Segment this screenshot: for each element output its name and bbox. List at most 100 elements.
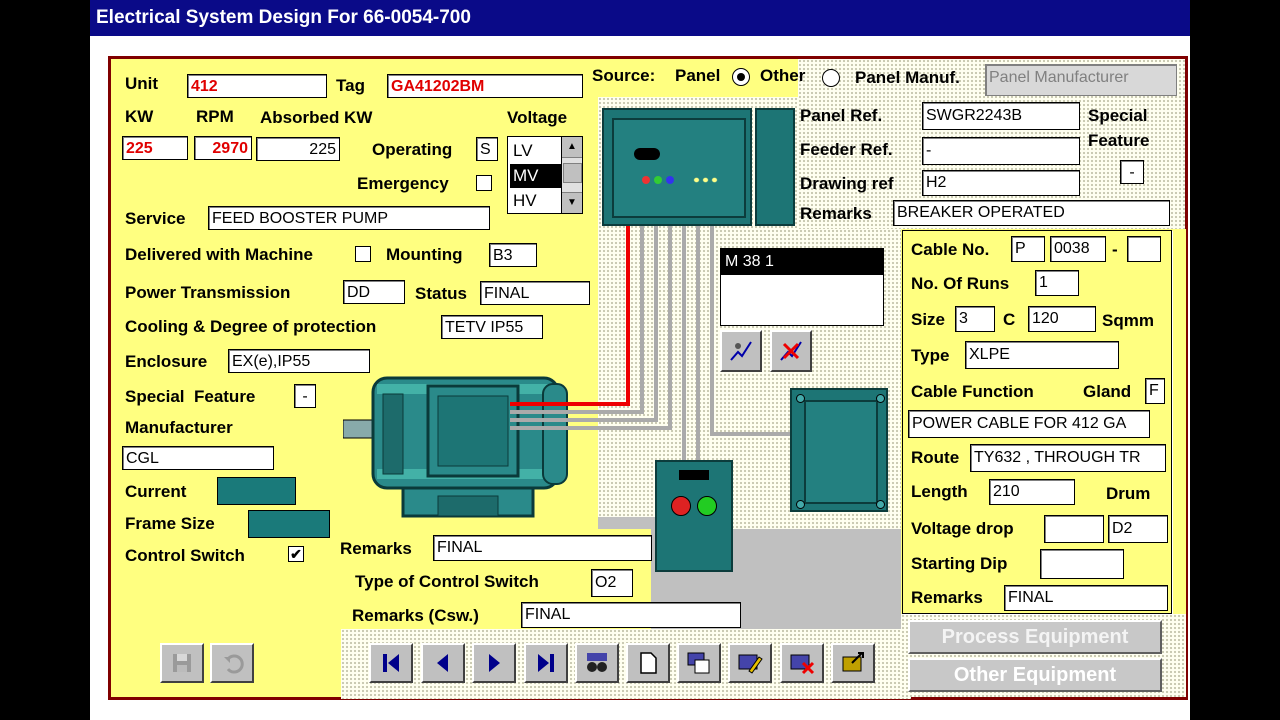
remarks-csw-field[interactable]: FINAL bbox=[521, 602, 741, 628]
panel-cubicle-image-2 bbox=[755, 108, 795, 226]
breaker-handle-icon bbox=[634, 148, 660, 160]
last-record-icon bbox=[538, 654, 554, 672]
cable-type-field[interactable]: XLPE bbox=[965, 341, 1119, 369]
next-record-button[interactable] bbox=[472, 643, 516, 683]
connect-cable-icon bbox=[730, 341, 752, 361]
new-record-button[interactable] bbox=[626, 643, 670, 683]
current-label: Current bbox=[125, 482, 187, 501]
panel-manufacturer-field[interactable]: Panel Manufacturer bbox=[985, 64, 1177, 96]
absorbed-kw-field[interactable]: 225 bbox=[256, 137, 340, 161]
service-field[interactable]: FEED BOOSTER PUMP bbox=[208, 206, 490, 230]
size-cores-field[interactable]: 3 bbox=[955, 306, 995, 332]
starting-dip-field[interactable] bbox=[1040, 549, 1124, 579]
save-button[interactable] bbox=[160, 643, 204, 683]
panel-special-label-2: Feature bbox=[1088, 131, 1150, 150]
scroll-up-icon[interactable]: ▲ bbox=[562, 137, 582, 158]
tag-field[interactable]: GA41202BM bbox=[387, 74, 583, 98]
undo-icon bbox=[224, 654, 244, 674]
cable-suffix-field[interactable] bbox=[1127, 236, 1161, 262]
emergency-checkbox[interactable] bbox=[476, 175, 492, 191]
cable-function-field[interactable]: POWER CABLE FOR 412 GA bbox=[908, 410, 1150, 438]
drum-field[interactable]: D2 bbox=[1108, 515, 1168, 543]
scroll-thumb[interactable] bbox=[563, 163, 582, 183]
runs-field[interactable]: 1 bbox=[1035, 270, 1079, 296]
source-other-radio[interactable] bbox=[822, 69, 840, 87]
panel-special-feature-field[interactable]: - bbox=[1120, 160, 1144, 184]
last-record-button[interactable] bbox=[524, 643, 568, 683]
copy-record-button[interactable] bbox=[677, 643, 721, 683]
cable-prefix-field[interactable]: P bbox=[1011, 236, 1045, 262]
type-control-switch-label: Type of Control Switch bbox=[355, 572, 539, 591]
scroll-down-icon[interactable]: ▼ bbox=[562, 192, 582, 213]
process-equipment-button[interactable]: Process Equipment bbox=[908, 620, 1162, 654]
emergency-label: Emergency bbox=[357, 174, 449, 193]
voltage-drop-field[interactable] bbox=[1044, 515, 1104, 543]
starting-dip-label: Starting Dip bbox=[911, 554, 1008, 573]
frame-size-field[interactable] bbox=[248, 510, 330, 538]
voltage-scrollbar[interactable]: ▲ ▼ bbox=[561, 137, 582, 213]
motor-remarks-label: Remarks bbox=[340, 539, 412, 558]
cable-no-field[interactable]: 0038 bbox=[1050, 236, 1106, 262]
source-other-label: Other bbox=[760, 66, 806, 85]
drawing-ref-field[interactable]: H2 bbox=[922, 170, 1080, 196]
cable-remarks-field[interactable]: FINAL bbox=[1004, 585, 1168, 611]
length-field[interactable]: 210 bbox=[989, 479, 1075, 505]
source-panel-radio[interactable] bbox=[732, 68, 750, 86]
cable-remarks-label: Remarks bbox=[911, 588, 983, 607]
cable-no-separator: - bbox=[1112, 240, 1118, 259]
edit-record-icon bbox=[738, 654, 763, 674]
unit-field[interactable]: 412 bbox=[187, 74, 327, 98]
exit-button[interactable] bbox=[831, 643, 875, 683]
find-record-button[interactable] bbox=[575, 643, 619, 683]
unit-label: Unit bbox=[125, 74, 159, 93]
special-feature-field[interactable]: - bbox=[294, 384, 316, 408]
kw-field[interactable]: 225 bbox=[122, 136, 188, 160]
disconnect-cable-icon bbox=[780, 341, 802, 361]
connect-cable-button[interactable] bbox=[720, 330, 762, 372]
cable-no-label: Cable No. bbox=[911, 240, 990, 259]
rpm-label: RPM bbox=[196, 107, 234, 126]
previous-record-button[interactable] bbox=[421, 643, 465, 683]
power-transmission-field[interactable]: DD bbox=[343, 280, 405, 304]
type-control-switch-field[interactable]: O2 bbox=[591, 569, 633, 597]
control-switch-checkbox[interactable]: ✔ bbox=[288, 546, 304, 562]
other-equipment-button[interactable]: Other Equipment bbox=[908, 658, 1162, 692]
manufacturer-field[interactable]: CGL bbox=[122, 446, 274, 470]
rpm-field[interactable]: 2970 bbox=[194, 136, 252, 160]
stop-button-icon bbox=[671, 496, 691, 516]
panel-remarks-field[interactable]: BREAKER OPERATED bbox=[893, 200, 1170, 226]
panel-ref-field[interactable]: SWGR2243B bbox=[922, 102, 1080, 130]
feeder-listbox[interactable]: M 38 1 bbox=[720, 248, 884, 326]
binoculars-icon bbox=[587, 653, 607, 672]
first-record-button[interactable] bbox=[369, 643, 413, 683]
panel-ref-label: Panel Ref. bbox=[800, 106, 883, 125]
kw-label: KW bbox=[125, 107, 154, 126]
size-sqmm-field[interactable]: 120 bbox=[1028, 306, 1096, 332]
voltage-option-mv[interactable]: MV bbox=[510, 164, 561, 188]
length-label: Length bbox=[911, 482, 968, 501]
tag-label: Tag bbox=[336, 76, 365, 95]
voltage-listbox[interactable]: LV MV HV ▲ ▼ bbox=[507, 136, 583, 214]
power-transmission-label: Power Transmission bbox=[125, 283, 291, 302]
delete-record-button[interactable] bbox=[780, 643, 824, 683]
feeder-ref-field[interactable]: - bbox=[922, 137, 1080, 165]
delivered-label: Delivered with Machine bbox=[125, 245, 313, 264]
feeder-ref-label: Feeder Ref. bbox=[800, 140, 893, 159]
current-field[interactable] bbox=[217, 477, 296, 505]
feeder-list-item[interactable]: M 38 1 bbox=[721, 249, 883, 275]
enclosure-label: Enclosure bbox=[125, 352, 208, 371]
new-document-icon bbox=[640, 652, 657, 674]
undo-button[interactable] bbox=[210, 643, 254, 683]
route-field[interactable]: TY632 , THROUGH TR bbox=[970, 444, 1166, 472]
voltage-option-lv[interactable]: LV bbox=[510, 139, 563, 163]
gland-field[interactable]: F bbox=[1145, 378, 1165, 404]
voltage-option-hv[interactable]: HV bbox=[510, 189, 563, 213]
disconnect-cable-button[interactable] bbox=[770, 330, 812, 372]
delivered-checkbox[interactable] bbox=[355, 246, 371, 262]
edit-record-button[interactable] bbox=[728, 643, 772, 683]
first-record-icon bbox=[383, 654, 399, 672]
motor-remarks-field[interactable]: FINAL bbox=[433, 535, 652, 561]
cable-type-label: Type bbox=[911, 346, 950, 365]
panel-manuf-label: Panel Manuf. bbox=[855, 68, 960, 87]
operating-field[interactable]: S bbox=[476, 137, 498, 161]
